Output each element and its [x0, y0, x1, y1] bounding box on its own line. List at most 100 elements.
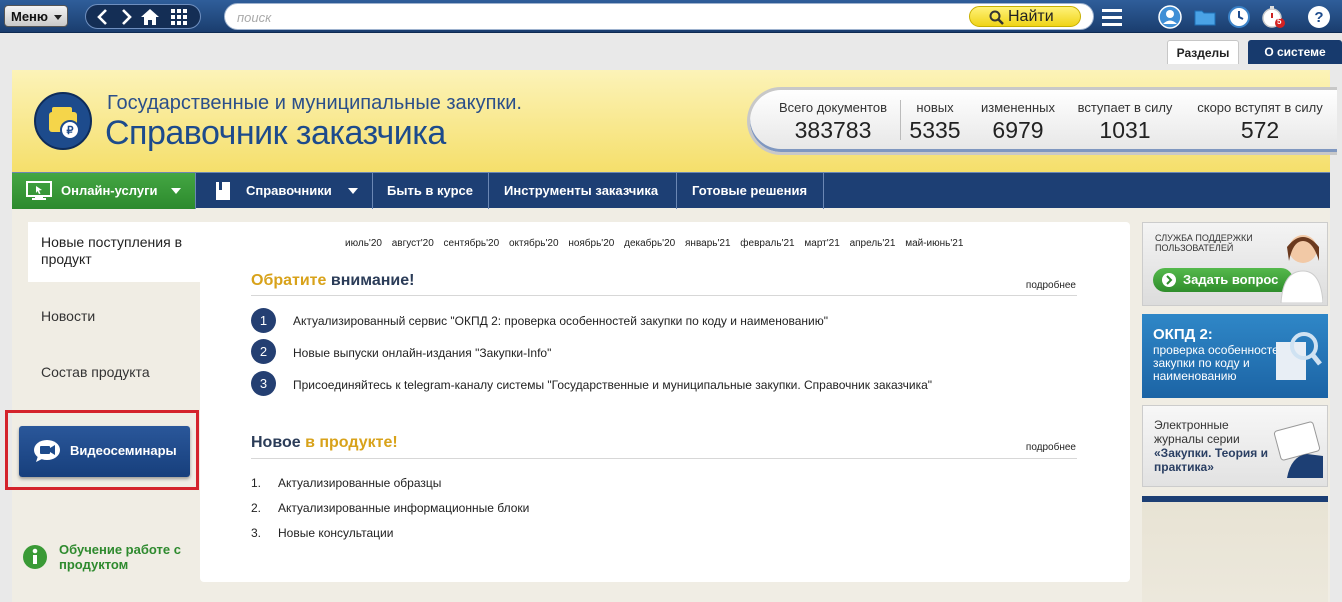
attention-title-accent: Обратите: [251, 272, 327, 289]
arrow-right-icon: [1162, 273, 1176, 287]
month-links: июль'20 август'20 сентябрь'20 октябрь'20…: [345, 238, 970, 249]
month-link[interactable]: февраль'21: [740, 238, 794, 249]
stat-value: 572: [1240, 117, 1280, 143]
list-number: 1.: [251, 476, 262, 490]
stat-label: измененных: [980, 100, 1055, 115]
month-link[interactable]: октябрь'20: [509, 238, 559, 249]
video-chat-icon: [34, 440, 60, 462]
divider: [251, 458, 1077, 459]
stat-coming-soon[interactable]: скоро вступят в силу 572: [1190, 100, 1330, 144]
user-icon[interactable]: [1158, 5, 1182, 29]
stat-value: 383783: [794, 117, 872, 143]
stat-new[interactable]: новых 5335: [905, 100, 965, 144]
month-link[interactable]: январь'21: [685, 238, 731, 249]
hamburger-menu-icon[interactable]: [1100, 5, 1124, 29]
number-badge: 3: [251, 371, 276, 396]
find-button[interactable]: Найти: [969, 6, 1081, 27]
month-link[interactable]: июль'20: [345, 238, 382, 249]
ask-question-button[interactable]: Задать вопрос: [1153, 268, 1293, 292]
find-label: Найти: [1008, 8, 1054, 25]
month-link[interactable]: декабрь'20: [624, 238, 675, 249]
attention-item-link[interactable]: Присоединяйтесь к telegram-каналу систем…: [293, 378, 932, 392]
support-banner[interactable]: СЛУЖБА ПОДДЕРЖКИ ПОЛЬЗОВАТЕЛЕЙ Задать во…: [1142, 222, 1328, 306]
tab-razdely[interactable]: Разделы: [1167, 40, 1239, 64]
stat-value: 5335: [909, 117, 961, 143]
journals-desc-text: Электронные журналы серии: [1154, 418, 1240, 446]
new-item-link[interactable]: Новые консультации: [278, 526, 393, 540]
nav-online-label: Онлайн-услуги: [61, 183, 158, 198]
stat-in-force[interactable]: вступает в силу 1031: [1075, 100, 1175, 144]
nav-online-services[interactable]: Онлайн-услуги: [12, 173, 196, 209]
ask-label: Задать вопрос: [1183, 272, 1279, 287]
search-icon: [989, 10, 1004, 25]
month-link[interactable]: сентябрь'20: [444, 238, 500, 249]
chevron-down-icon: [348, 188, 358, 194]
month-link[interactable]: апрель'21: [850, 238, 896, 249]
menu-label: Меню: [11, 9, 49, 24]
nav-gotovye-resheniya[interactable]: Готовые решения: [677, 173, 824, 209]
stat-label: вступает в силу: [1077, 100, 1173, 115]
forward-icon[interactable]: [115, 7, 137, 27]
okpd-title: ОКПД 2:: [1153, 326, 1213, 343]
journals-banner[interactable]: Электронные журналы серии «Закупки. Теор…: [1142, 405, 1328, 487]
nav-spravochniki-label: Справочники: [246, 183, 332, 198]
folder-icon[interactable]: [1193, 5, 1217, 29]
header-title: Справочник заказчика: [105, 114, 446, 152]
stat-label: новых: [916, 100, 954, 115]
attention-item-link[interactable]: Новые выпуски онлайн-издания "Закупки-In…: [293, 346, 551, 360]
chevron-down-icon: [171, 188, 181, 194]
attention-more-link[interactable]: подробнее: [1026, 280, 1076, 291]
book-icon: [216, 182, 230, 200]
stat-value: 6979: [992, 117, 1044, 143]
journals-desc: Электронные журналы серии «Закупки. Теор…: [1154, 418, 1274, 474]
search-box: Найти: [224, 3, 1094, 30]
divider: [251, 295, 1077, 296]
tablet-hand-icon: [1273, 421, 1323, 478]
grid-apps-icon[interactable]: [168, 7, 190, 27]
back-icon[interactable]: [92, 7, 114, 27]
new-more-link[interactable]: подробнее: [1026, 442, 1076, 453]
help-icon[interactable]: ?: [1307, 5, 1331, 29]
stat-separator: [900, 100, 901, 140]
content-panel: июль'20 август'20 сентябрь'20 октябрь'20…: [200, 222, 1130, 582]
clock-icon[interactable]: [1227, 5, 1251, 29]
info-icon: [23, 545, 47, 569]
list-number: 3.: [251, 526, 262, 540]
chevron-down-icon: [54, 15, 62, 20]
sidebar-item-new-arrivals[interactable]: Новые поступления в продукт: [28, 222, 206, 282]
month-link[interactable]: ноябрь'20: [568, 238, 614, 249]
okpd-banner[interactable]: ОКПД 2: проверка особенностей закупки по…: [1142, 314, 1328, 398]
month-link[interactable]: май-июнь'21: [905, 238, 963, 249]
tab-o-sisteme[interactable]: О системе: [1248, 40, 1342, 64]
learn-product-link[interactable]: Обучение работе с продуктом: [22, 542, 202, 576]
stat-total: Всего документов 383783: [777, 100, 889, 144]
nav-instrumenty[interactable]: Инструменты заказчика: [489, 173, 677, 209]
stat-changed[interactable]: измененных 6979: [978, 100, 1058, 144]
nav-byt-v-kurse[interactable]: Быть в курсе: [373, 173, 489, 209]
support-operator-icon: [1280, 235, 1323, 303]
videoseminars-button[interactable]: Видеосеминары: [19, 426, 190, 477]
header-subtitle: Государственные и муниципальные закупки.: [107, 92, 522, 114]
nav-spravochniki[interactable]: Справочники: [196, 173, 373, 209]
list-number: 2.: [251, 501, 262, 515]
bottom-banner: [1142, 496, 1328, 602]
stopwatch-icon[interactable]: 5: [1261, 5, 1285, 29]
attention-title-rest: внимание!: [330, 272, 415, 289]
month-link[interactable]: август'20: [392, 238, 434, 249]
main-frame: ₽ Государственные и муниципальные закупк…: [5, 70, 1337, 602]
sidebar-item-sostav[interactable]: Состав продукта: [41, 364, 217, 380]
menu-button[interactable]: Меню: [4, 5, 68, 27]
home-icon[interactable]: [139, 7, 161, 27]
product-header: ₽ Государственные и муниципальные закупк…: [12, 70, 1337, 172]
okpd-desc: проверка особенностей закупки по коду и …: [1153, 343, 1286, 383]
sidebar-item-novosti[interactable]: Новости: [41, 308, 217, 324]
attention-item-link[interactable]: Актуализированный сервис "ОКПД 2: провер…: [293, 314, 828, 328]
new-item-link[interactable]: Актуализированные образцы: [278, 476, 441, 490]
month-link[interactable]: март'21: [804, 238, 839, 249]
videoseminars-label: Видеосеминары: [70, 443, 177, 458]
support-label: СЛУЖБА ПОДДЕРЖКИ ПОЛЬЗОВАТЕЛЕЙ: [1155, 233, 1253, 253]
learn-label: Обучение работе с продуктом: [59, 542, 181, 572]
wallet-logo-icon: ₽: [34, 92, 92, 150]
search-input[interactable]: [237, 8, 937, 26]
new-item-link[interactable]: Актуализированные информационные блоки: [278, 501, 529, 515]
